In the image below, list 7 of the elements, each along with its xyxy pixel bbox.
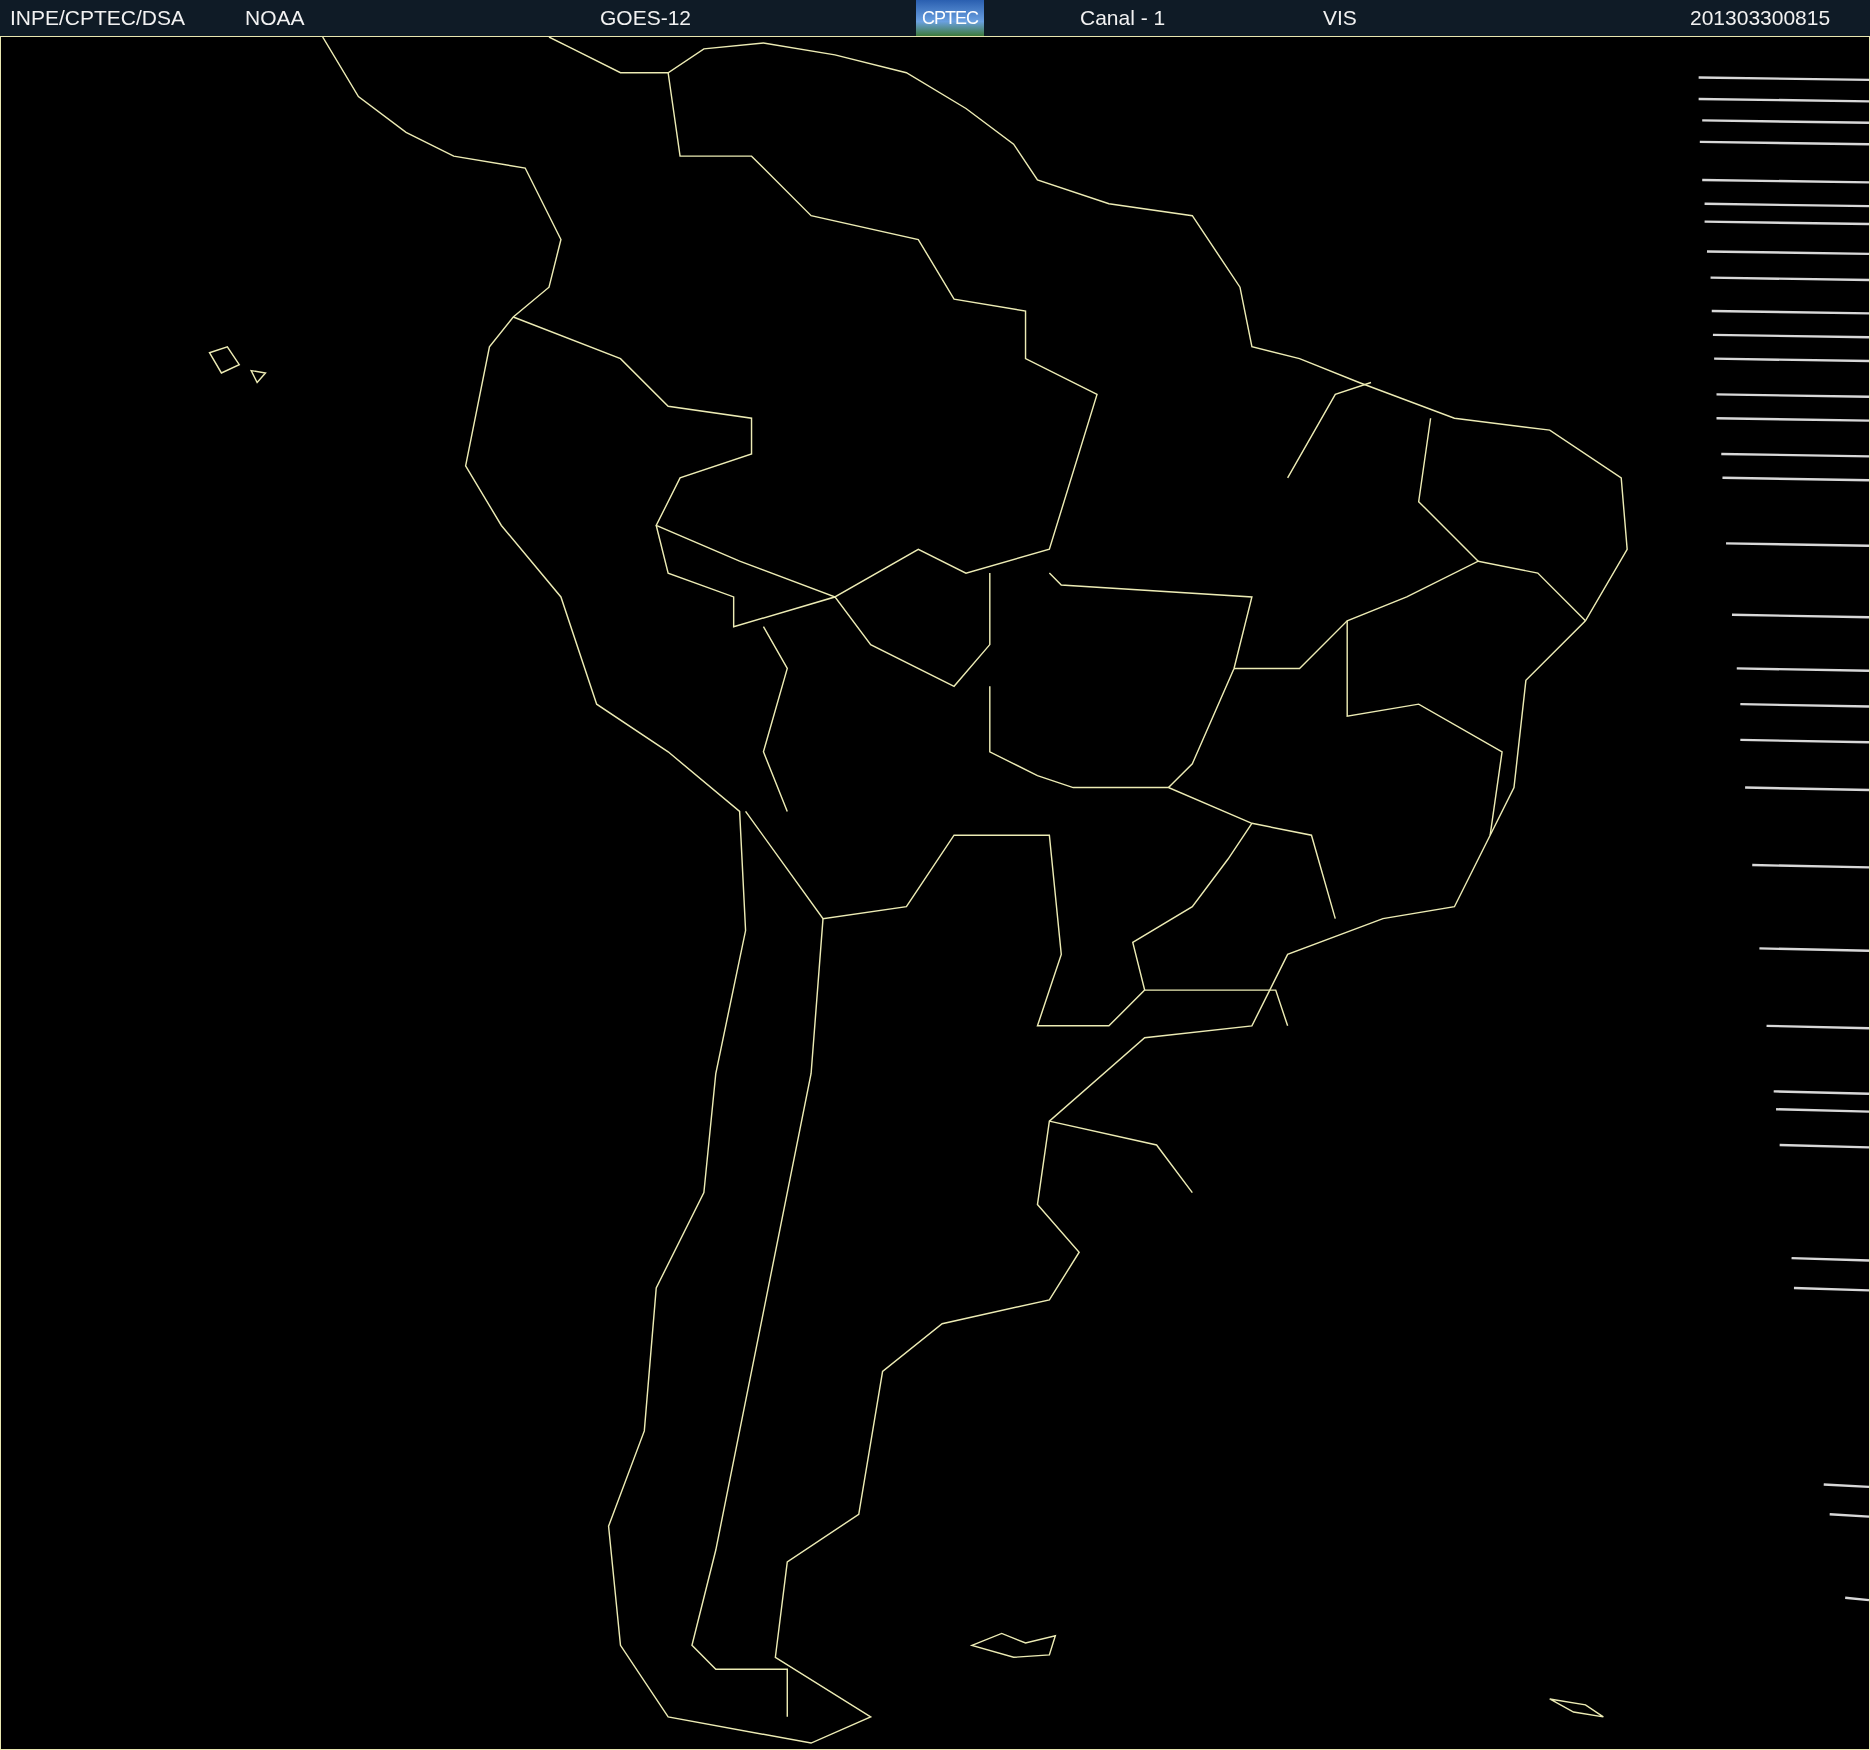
band-label: VIS xyxy=(1323,6,1357,30)
satellite-label: GOES-12 xyxy=(600,6,692,30)
logo: CPTEC xyxy=(916,0,984,36)
source-label: INPE/CPTEC/DSA xyxy=(10,6,186,30)
timestamp-label: 201303300815 xyxy=(1690,6,1831,30)
agency-label: NOAA xyxy=(245,6,305,30)
channel-label: Canal - 1 xyxy=(1080,6,1166,30)
